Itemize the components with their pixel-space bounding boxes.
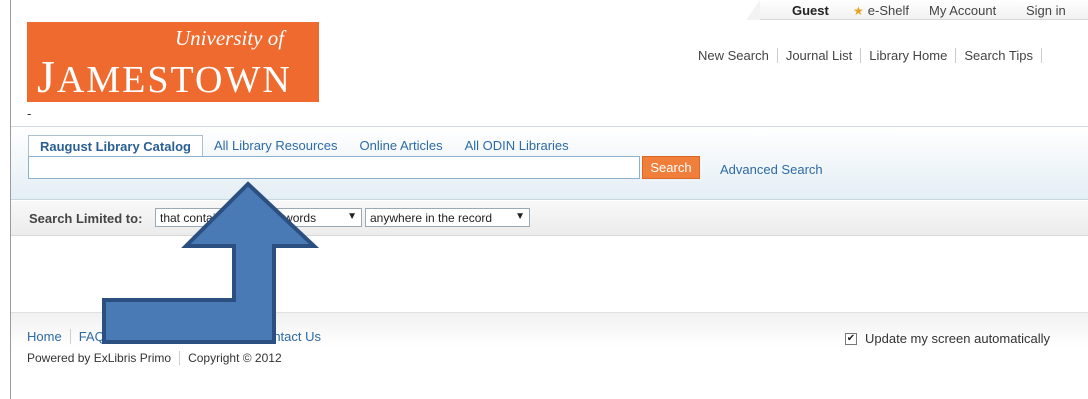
- search-limited-label: Search Limited to:: [29, 211, 143, 226]
- new-search-link[interactable]: New Search: [698, 48, 778, 63]
- footer-home-link[interactable]: Home: [27, 329, 71, 344]
- top-navigation: New Search Journal List Library Home Sea…: [698, 48, 1042, 63]
- tab-all-odin-libraries[interactable]: All ODIN Libraries: [454, 135, 580, 157]
- sign-in-link[interactable]: Sign in: [1026, 3, 1066, 18]
- advanced-search-link[interactable]: Advanced Search: [720, 162, 823, 177]
- guest-label: Guest: [792, 3, 829, 18]
- footer: Home FAQ Contact Us Powered by ExLibris …: [11, 312, 1088, 399]
- search-tips-link[interactable]: Search Tips: [956, 48, 1042, 63]
- journal-list-link[interactable]: Journal List: [778, 48, 862, 63]
- logo-caption: -: [27, 106, 32, 121]
- query-match-value: that contains my query words: [160, 211, 317, 225]
- my-account-link[interactable]: My Account: [929, 3, 996, 18]
- auto-update-checkbox[interactable]: ✔: [845, 332, 857, 345]
- tab-online-articles[interactable]: Online Articles: [349, 135, 454, 157]
- record-scope-value: anywhere in the record: [370, 211, 493, 225]
- query-match-select[interactable]: that contains my query words ▼: [155, 208, 362, 227]
- search-button[interactable]: Search: [642, 156, 700, 179]
- footer-faq-link[interactable]: FAQ: [71, 329, 114, 344]
- tab-all-library-resources[interactable]: All Library Resources: [203, 135, 349, 157]
- logo-jamestown: JAMESTOWN: [37, 51, 292, 102]
- university-logo[interactable]: University of JAMESTOWN: [27, 22, 319, 102]
- user-bar: Guest ★ e-Shelf My Account Sign in: [746, 0, 1088, 20]
- auto-update-label: Update my screen automatically: [865, 331, 1050, 346]
- footer-credits: Powered by ExLibris Primo Copyright © 20…: [27, 351, 290, 365]
- search-scope-tabs: Raugust Library Catalog All Library Reso…: [28, 135, 580, 157]
- search-panel: Raugust Library Catalog All Library Reso…: [11, 126, 1088, 200]
- footer-contact-link[interactable]: Contact Us: [249, 329, 329, 344]
- auto-update-option[interactable]: ✔ Update my screen automatically: [845, 331, 1050, 346]
- eshelf-link[interactable]: ★ e-Shelf: [853, 3, 909, 18]
- powered-by-text: Powered by ExLibris Primo: [27, 351, 181, 365]
- logo-university-of: University of: [175, 26, 285, 50]
- chevron-down-icon: ▼: [515, 211, 525, 222]
- search-limits-bar: Search Limited to: that contains my quer…: [11, 201, 1088, 236]
- library-home-link[interactable]: Library Home: [861, 48, 957, 63]
- copyright-text: Copyright © 2012: [188, 351, 282, 365]
- search-input[interactable]: [28, 156, 640, 179]
- footer-links: Home FAQ Contact Us: [27, 329, 329, 344]
- tab-raugust-library-catalog[interactable]: Raugust Library Catalog: [28, 135, 203, 157]
- record-scope-select[interactable]: anywhere in the record ▼: [365, 208, 530, 227]
- star-icon: ★: [853, 4, 864, 18]
- eshelf-label: e-Shelf: [867, 3, 909, 18]
- chevron-down-icon: ▼: [347, 211, 357, 222]
- user-bar-notch: [746, 0, 760, 20]
